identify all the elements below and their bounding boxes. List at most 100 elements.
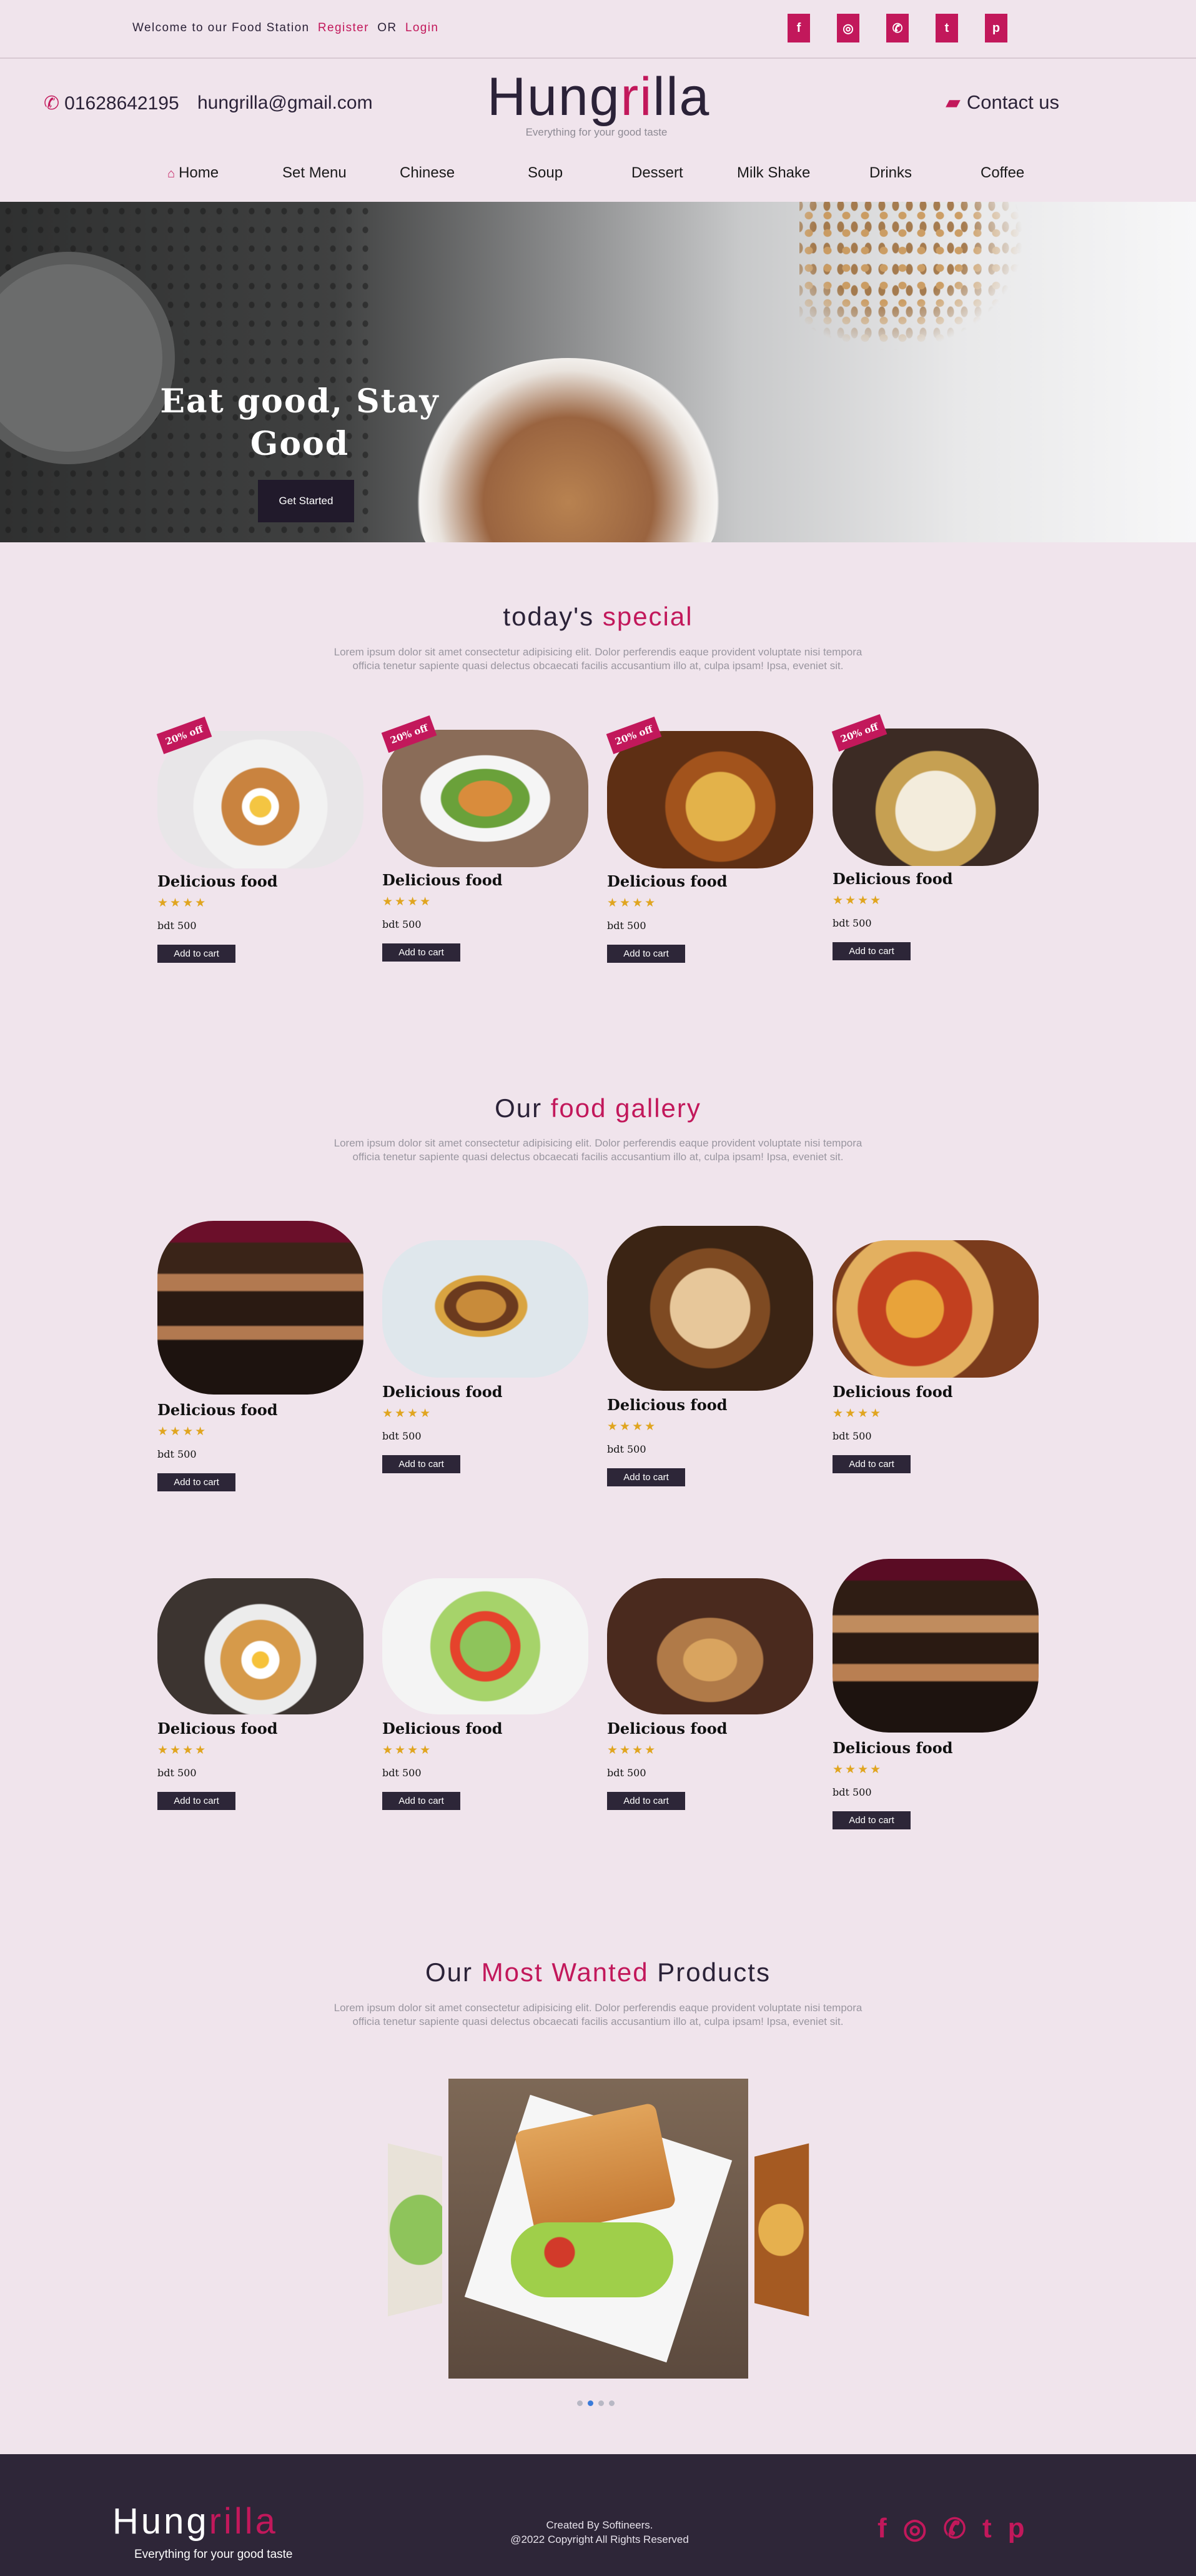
rating-stars: ★★★★ [157,1425,208,1438]
hero-bowl-image [412,358,724,542]
food-image [833,729,1039,866]
food-name: Delicious food [382,871,503,889]
instagram-icon[interactable]: ◎ [837,14,859,42]
nav-milk-shake[interactable]: Milk Shake [737,164,810,182]
nav-coffee[interactable]: Coffee [981,164,1024,182]
add-to-cart-button[interactable]: Add to cart [833,942,911,960]
rating-stars: ★★★★ [382,1407,433,1420]
add-to-cart-button[interactable]: Add to cart [382,1792,460,1810]
food-name: Delicious food [382,1383,503,1401]
pinterest-icon[interactable]: p [1008,2513,1025,2545]
hero-banner: Eat good, Stay Good Get Started [0,202,1196,542]
wanted-title-part-3: Products [657,1957,771,1987]
carousel-dot-active[interactable] [588,2400,593,2406]
food-name: Delicious food [157,1719,278,1738]
facebook-icon[interactable]: f [788,14,810,42]
add-to-cart-button[interactable]: Add to cart [833,1455,911,1473]
gallery-section-title: Our food gallery [0,1093,1196,1123]
gallery-description: Lorem ipsum dolor sit amet consectetur a… [294,1136,902,1164]
logo-part-1: Hung [487,67,621,127]
add-to-cart-button[interactable]: Add to cart [607,945,685,963]
get-started-button[interactable]: Get Started [258,480,354,522]
nav-dessert[interactable]: Dessert [631,164,683,182]
food-image [833,1240,1039,1378]
contact-us-link[interactable]: ▰ Contact us [946,91,1059,114]
food-image [157,1578,363,1714]
rating-stars: ★★★★ [833,1407,883,1420]
carousel-slide-next[interactable] [754,2143,809,2317]
gallery-title-part-2: food gallery [550,1093,701,1123]
nav-chinese[interactable]: Chinese [400,164,455,182]
food-image [607,1578,813,1714]
phone-icon: ✆ [44,93,60,114]
twitter-icon[interactable]: t [982,2513,992,2545]
twitter-icon[interactable]: t [936,14,958,42]
food-image [382,1578,588,1714]
carousel-dot[interactable] [598,2400,604,2406]
rating-stars: ★★★★ [833,1763,883,1776]
carousel-slide-active[interactable] [448,2079,748,2379]
footer-logo-part-2: rilla [209,2501,278,2542]
gallery-description-line-1: Lorem ipsum dolor sit amet consectetur a… [334,1137,862,1149]
whatsapp-icon[interactable]: ✆ [943,2513,966,2545]
map-icon: ▰ [946,91,961,113]
carousel-slide-prev[interactable] [387,2143,442,2317]
food-image [607,1226,813,1391]
add-to-cart-button[interactable]: Add to cart [157,945,235,963]
food-price: bdt 500 [607,920,646,932]
hero-granola-image [799,202,1024,352]
carousel-dot[interactable] [609,2400,615,2406]
add-to-cart-button[interactable]: Add to cart [382,1455,460,1473]
email-address[interactable]: hungrilla@gmail.com [197,92,373,114]
instagram-icon[interactable]: ◎ [903,2513,927,2545]
food-price: bdt 500 [833,917,872,929]
hero-title-line-2: Good [250,425,350,463]
contact-label: Contact us [966,91,1060,113]
food-name: Delicious food [607,1719,728,1738]
special-title-part-2: special [602,602,693,631]
site-tagline: Everything for your good taste [525,126,668,138]
add-to-cart-button[interactable]: Add to cart [833,1811,911,1829]
wanted-section-title: Our Most Wanted Products [0,1957,1196,1987]
facebook-icon[interactable]: f [877,2513,887,2545]
nav-set-menu[interactable]: Set Menu [282,164,347,182]
food-name: Delicious food [157,872,278,890]
food-image [157,731,363,868]
whatsapp-icon[interactable]: ✆ [886,14,909,42]
add-to-cart-button[interactable]: Add to cart [157,1473,235,1491]
login-link[interactable]: Login [405,21,439,34]
footer-logo-part-1: Hung [112,2501,209,2542]
add-to-cart-button[interactable]: Add to cart [607,1468,685,1486]
carousel-dot[interactable] [577,2400,583,2406]
add-to-cart-button[interactable]: Add to cart [607,1792,685,1810]
register-link[interactable]: Register [318,21,369,34]
hero-title-line-1: Eat good, Stay [160,382,440,420]
food-price: bdt 500 [382,918,422,930]
home-icon: ⌂ [167,167,175,181]
footer-social-links: f ◎ ✆ t p [877,2513,1024,2545]
nav-soup[interactable]: Soup [528,164,563,182]
carousel-salad [511,2222,673,2297]
pinterest-icon[interactable]: p [985,14,1007,42]
food-image [382,1240,588,1378]
wanted-description-line-2: officia tenetur sapiente quasi delectus … [352,2016,844,2027]
food-image [833,1559,1039,1733]
logo-part-3: lla [653,67,711,127]
food-price: bdt 500 [607,1767,646,1779]
food-image [607,731,813,868]
welcome-text: Welcome to our Food Station Register OR … [132,21,438,35]
nav-home[interactable]: ⌂ Home [167,164,219,182]
food-name: Delicious food [833,870,953,888]
special-description-line-2: officia tenetur sapiente quasi delectus … [352,660,844,672]
footer-logo[interactable]: Hungrilla [112,2500,278,2542]
food-name: Delicious food [833,1739,953,1757]
add-to-cart-button[interactable]: Add to cart [157,1792,235,1810]
food-name: Delicious food [382,1719,503,1738]
nav-drinks[interactable]: Drinks [869,164,912,182]
hero-title: Eat good, Stay Good [150,380,450,465]
special-section-title: today's special [0,602,1196,632]
phone-number[interactable]: ✆ 01628642195 [44,92,179,114]
site-logo[interactable]: Hungrilla [487,66,709,128]
add-to-cart-button[interactable]: Add to cart [382,943,460,962]
rating-stars: ★★★★ [607,897,658,910]
